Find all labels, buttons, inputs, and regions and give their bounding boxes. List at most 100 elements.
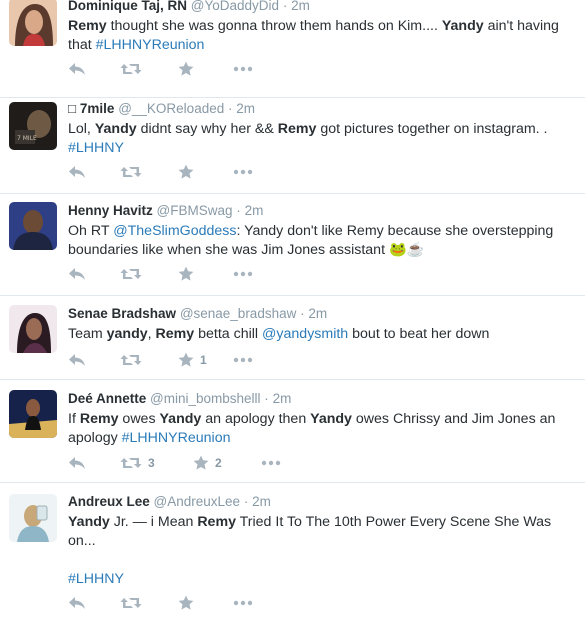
username[interactable]: @__KOReloaded — [118, 101, 224, 116]
retweet-icon — [120, 455, 142, 471]
retweet-icon — [120, 266, 142, 282]
display-name[interactable]: Deé Annette — [68, 391, 146, 406]
tweet[interactable]: Senae Bradshaw @senae_bradshaw · 2m Team… — [0, 296, 585, 380]
username[interactable]: @mini_bombshelll — [150, 391, 261, 406]
retweet-button[interactable] — [120, 350, 142, 370]
more-button[interactable] — [233, 162, 253, 182]
more-button[interactable] — [233, 264, 253, 284]
display-name[interactable]: Senae Bradshaw — [68, 306, 176, 321]
reply-button[interactable] — [68, 264, 86, 284]
retweet-button[interactable] — [120, 59, 142, 79]
tweet[interactable]: Dominique Taj, RN @YoDaddyDid · 2m Remy … — [0, 0, 585, 98]
more-button[interactable] — [233, 59, 253, 79]
avatar[interactable] — [9, 0, 57, 46]
reply-icon — [68, 595, 86, 611]
username[interactable]: @FBMSwag — [157, 203, 233, 218]
timestamp[interactable]: 2m — [236, 101, 255, 116]
display-name[interactable]: □ 7mile — [68, 101, 114, 116]
retweet-button[interactable] — [120, 593, 142, 613]
reply-button[interactable] — [68, 593, 86, 613]
favorite-button[interactable]: 1 — [178, 350, 207, 370]
text-segment: Team — [68, 326, 107, 342]
highlighted-term: Remy — [155, 326, 195, 342]
favorite-button[interactable]: 2 — [193, 453, 222, 473]
favorite-button[interactable] — [178, 59, 194, 79]
hashtag-link[interactable]: #LHHNY — [68, 140, 124, 156]
text-segment: Jr. — i Mean — [109, 514, 198, 530]
reply-button[interactable] — [68, 453, 86, 473]
username[interactable]: @senae_bradshaw — [180, 306, 297, 321]
hashtag-link[interactable]: #LHHNYReunion — [96, 37, 205, 53]
tweet-text: Team yandy, Remy betta chill @yandysmith… — [68, 325, 573, 344]
timestamp[interactable]: 2m — [291, 0, 310, 13]
avatar[interactable] — [9, 494, 57, 542]
tweet-text: Remy thought she was gonna throw them ha… — [68, 17, 573, 55]
mention-link[interactable]: @TheSlimGoddess — [113, 223, 236, 239]
text-segment: Oh RT — [68, 223, 114, 239]
text-segment: thought she was gonna throw them hands o… — [106, 18, 442, 34]
retweet-button[interactable] — [120, 162, 142, 182]
timestamp[interactable]: 2m — [273, 391, 292, 406]
more-dots-icon — [233, 169, 253, 175]
reply-button[interactable] — [68, 59, 86, 79]
highlighted-term: yandy — [106, 326, 148, 342]
timestamp[interactable]: 2m — [245, 203, 264, 218]
avatar[interactable] — [9, 390, 57, 438]
hashtag-link[interactable]: #LHHNYReunion — [122, 430, 231, 446]
tweet-actions: 1 — [68, 350, 328, 370]
retweet-button[interactable]: 3 — [120, 453, 155, 473]
tweet-text: Oh RT @TheSlimGoddess: Yandy don't like … — [68, 222, 573, 260]
avatar[interactable] — [9, 202, 57, 250]
reply-icon — [68, 164, 86, 180]
more-dots-icon — [233, 271, 253, 277]
timestamp[interactable]: 2m — [252, 494, 271, 509]
tweet[interactable]: 7 MILE □ 7mile @__KOReloaded · 2m Lol, Y… — [0, 98, 585, 194]
avatar[interactable] — [9, 305, 57, 353]
text-segment: , — [147, 326, 156, 342]
display-name[interactable]: Henny Havitz — [68, 203, 153, 218]
highlighted-term: Remy — [79, 411, 119, 427]
highlighted-term: Yandy — [441, 18, 484, 34]
more-button[interactable] — [233, 350, 253, 370]
svg-text:7 MILE: 7 MILE — [17, 135, 37, 142]
tweet[interactable]: Deé Annette @mini_bombshelll · 2m If Rem… — [0, 380, 585, 483]
tweet[interactable]: Henny Havitz @FBMSwag · 2m Oh RT @TheSli… — [0, 194, 585, 296]
favorite-button[interactable] — [178, 264, 194, 284]
favorite-button[interactable] — [178, 593, 194, 613]
username[interactable]: @AndreuxLee — [154, 494, 241, 509]
reply-icon — [68, 352, 86, 368]
star-icon — [178, 352, 194, 368]
more-dots-icon — [233, 66, 253, 72]
text-segment: If — [68, 411, 80, 427]
retweet-button[interactable] — [120, 264, 142, 284]
tweet-actions — [68, 59, 328, 79]
timestamp[interactable]: 2m — [308, 306, 327, 321]
more-button[interactable] — [233, 593, 253, 613]
display-name[interactable]: Dominique Taj, RN — [68, 0, 187, 13]
tweet-text: Yandy Jr. — i Mean Remy Tried It To The … — [68, 513, 573, 589]
text-segment: didnt say why her && — [136, 121, 278, 137]
text-segment: Lol, — [68, 121, 95, 137]
more-button[interactable] — [261, 453, 281, 473]
highlighted-term: Yandy — [94, 121, 137, 137]
reply-button[interactable] — [68, 162, 86, 182]
separator-dot: · — [243, 494, 249, 509]
reply-button[interactable] — [68, 350, 86, 370]
reply-icon — [68, 61, 86, 77]
display-name[interactable]: Andreux Lee — [68, 494, 150, 509]
favorite-count: 2 — [215, 456, 222, 470]
retweet-icon — [120, 352, 142, 368]
more-dots-icon — [261, 460, 281, 466]
mention-link[interactable]: @yandysmith — [262, 326, 348, 342]
hashtag-link[interactable]: #LHHNY — [68, 571, 124, 587]
text-segment: owes — [118, 411, 160, 427]
separator-dot: · — [300, 306, 305, 321]
favorite-button[interactable] — [178, 162, 194, 182]
text-segment: got pictures together on instagram. . — [316, 121, 548, 137]
username[interactable]: @YoDaddyDid — [191, 0, 279, 13]
text-segment: betta chill — [194, 326, 263, 342]
avatar[interactable]: 7 MILE — [9, 102, 57, 150]
retweet-icon — [120, 164, 142, 180]
tweet-actions: 32 — [68, 453, 328, 473]
tweet[interactable]: Andreux Lee @AndreuxLee · 2m Yandy Jr. —… — [0, 483, 585, 623]
